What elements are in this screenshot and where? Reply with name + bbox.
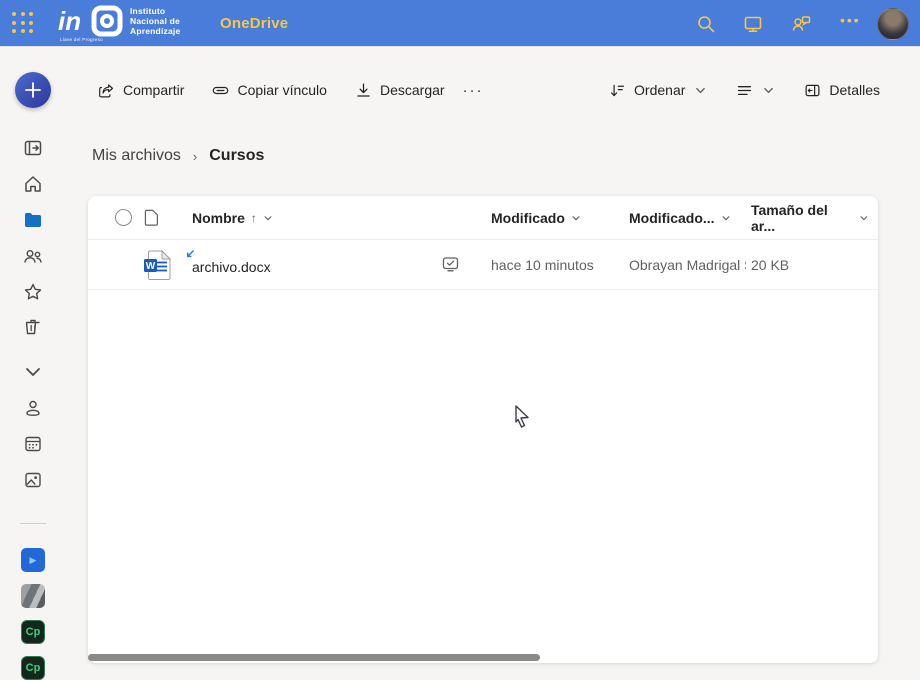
more-options-icon[interactable]: ••• — [840, 12, 861, 28]
sort-ascending-icon: ↑ — [251, 211, 257, 225]
captivate-glyph-2: Cp — [26, 662, 41, 674]
name-header-label: Nombre — [192, 210, 245, 226]
favorites-star-icon[interactable] — [23, 282, 43, 302]
person-icon[interactable] — [23, 398, 43, 418]
svg-text:in: in — [58, 6, 81, 36]
rail-divider — [20, 523, 46, 524]
details-label: Detalles — [829, 82, 880, 98]
ina-logo-mark: in — [58, 4, 126, 38]
download-icon — [355, 82, 372, 99]
sort-label: Ordenar — [634, 82, 685, 98]
breadcrumb-current-folder: Cursos — [209, 147, 264, 165]
chevron-down-icon — [859, 213, 869, 223]
column-header-modified[interactable]: Modificado — [491, 196, 611, 239]
left-navigation-rail: ▶ Cp Cp — [0, 47, 66, 675]
modified-by-header-label: Modificado... — [629, 210, 715, 226]
recycle-bin-icon[interactable] — [23, 317, 43, 337]
onedrive-window: in Instituto Nacional de Aprendizaje Lla… — [0, 0, 920, 675]
stream-app-tile[interactable]: ▶ — [21, 548, 45, 572]
share-button[interactable]: Compartir — [88, 78, 194, 103]
chevron-down-icon[interactable] — [23, 362, 43, 382]
feedback-people-icon[interactable] — [791, 14, 811, 34]
sort-button[interactable]: Ordenar — [599, 78, 716, 103]
captivate-app-tile[interactable]: Cp — [21, 620, 45, 644]
svg-text:W: W — [146, 261, 156, 272]
captivate-glyph: Cp — [26, 626, 41, 638]
column-header-modified-by[interactable]: Modificado... — [629, 196, 746, 239]
link-icon — [212, 82, 229, 99]
ina-logo[interactable]: in Instituto Nacional de Aprendizaje — [58, 4, 180, 38]
expand-panel-icon[interactable] — [23, 138, 43, 158]
shared-people-icon[interactable] — [23, 246, 43, 266]
sync-status-icon[interactable] — [442, 256, 459, 273]
chevron-down-icon — [695, 85, 706, 96]
horizontal-scrollbar[interactable] — [88, 654, 540, 661]
table-header-row: Nombre ↑ Modificado Modificado... Tamaño… — [88, 196, 878, 240]
command-toolbar: Compartir Copiar vínculo Descargar ··· — [88, 74, 890, 106]
file-row-archivo-docx[interactable]: W archivo.docx hace 10 minutos Obraya — [88, 240, 878, 290]
file-list-card: Nombre ↑ Modificado Modificado... Tamaño… — [88, 196, 878, 663]
file-modified-by: Obrayan Madrigal S — [629, 257, 746, 273]
ina-slogan: Llave del Progreso — [60, 37, 103, 42]
chevron-down-icon — [571, 213, 581, 223]
chevron-down-icon — [263, 213, 273, 223]
sort-icon — [609, 82, 626, 99]
modified-header-label: Modificado — [491, 210, 565, 226]
top-app-bar: in Instituto Nacional de Aprendizaje Lla… — [0, 0, 920, 47]
share-label: Compartir — [123, 82, 184, 98]
breadcrumb: Mis archivos › Cursos — [92, 147, 264, 165]
search-icon[interactable] — [696, 14, 716, 34]
file-name[interactable]: archivo.docx — [192, 259, 271, 275]
copy-link-label: Copiar vínculo — [237, 82, 327, 98]
download-button[interactable]: Descargar — [345, 78, 455, 103]
my-files-folder-icon[interactable] — [23, 210, 43, 230]
chevron-down-icon — [721, 213, 731, 223]
app-launcher-waffle-icon[interactable] — [12, 12, 35, 35]
add-new-button[interactable] — [15, 72, 51, 108]
download-label: Descargar — [380, 82, 445, 98]
details-pane-icon — [804, 82, 821, 99]
photo-thumbnail-tile[interactable] — [21, 584, 45, 608]
account-avatar[interactable] — [877, 8, 909, 40]
device-monitor-icon[interactable] — [743, 14, 763, 34]
list-view-icon — [736, 82, 753, 99]
file-size: 20 KB — [751, 257, 789, 273]
file-modified-time: hace 10 minutos — [491, 257, 594, 273]
word-file-icon: W — [144, 250, 171, 280]
size-header-label: Tamaño del ar... — [751, 202, 853, 234]
copy-link-button[interactable]: Copiar vínculo — [202, 78, 337, 103]
stream-glyph: ▶ — [30, 555, 37, 566]
toolbar-more-button[interactable]: ··· — [455, 78, 492, 103]
column-header-size[interactable]: Tamaño del ar... — [751, 196, 869, 239]
home-icon[interactable] — [23, 174, 43, 194]
file-type-column-icon[interactable] — [144, 209, 160, 227]
details-button[interactable]: Detalles — [794, 78, 890, 103]
browse-by-icon[interactable] — [23, 434, 43, 454]
chevron-down-icon — [763, 85, 774, 96]
ina-logo-text: Instituto Nacional de Aprendizaje — [130, 6, 180, 36]
captivate-app-tile-2[interactable]: Cp — [21, 656, 45, 680]
photos-icon[interactable] — [23, 470, 43, 490]
view-selector-button[interactable] — [726, 78, 784, 103]
select-all-checkbox[interactable] — [115, 209, 132, 226]
breadcrumb-my-files[interactable]: Mis archivos — [92, 147, 181, 165]
app-title: OneDrive — [220, 15, 288, 32]
share-icon — [98, 82, 115, 99]
column-header-name[interactable]: Nombre ↑ — [192, 196, 442, 239]
breadcrumb-separator: › — [193, 149, 197, 164]
